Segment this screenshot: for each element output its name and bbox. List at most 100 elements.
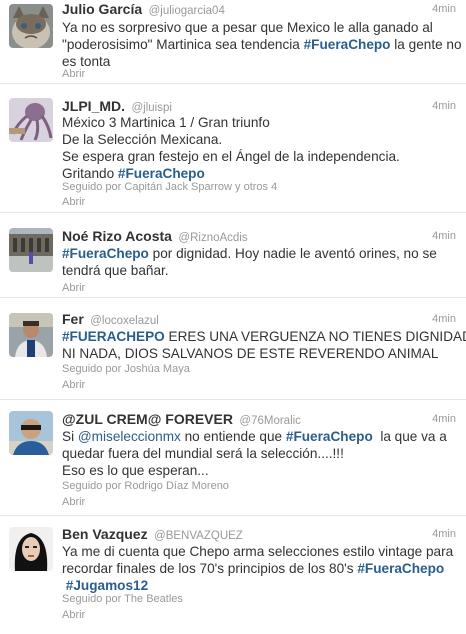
tweet-header: Ben Vazquez @BENVAZQUEZ xyxy=(62,526,456,542)
tweet-text-fragment: Si xyxy=(62,429,78,444)
tweet-item[interactable]: Julio García @juliogarcia04 4min Ya no e… xyxy=(0,0,466,84)
tweet-text-line: Eso es lo que esperan... xyxy=(62,462,454,479)
avatar[interactable] xyxy=(9,98,53,142)
tweet-text: Ya no es sorpresivo que a pesar que Mexi… xyxy=(62,19,462,70)
author-name[interactable]: Ben Vazquez xyxy=(62,526,148,542)
tweet-header: Fer @locoxelazul xyxy=(62,311,456,327)
hashtag-link[interactable]: #FueraChepo xyxy=(118,166,205,181)
tweet-text-line: Se espera gran festejo en el Ángel de la… xyxy=(62,148,454,165)
expand-link[interactable]: Abrir xyxy=(62,68,85,80)
tweet-text: Ya me di cuenta que Chepo arma seleccion… xyxy=(62,543,454,594)
tweet-text-fragment: recordar finales de los 70's principios … xyxy=(62,561,358,576)
man-sunglasses-avatar-icon xyxy=(9,411,53,455)
tweet-text-fragment: Se espera gran festejo en el Ángel de la… xyxy=(62,149,400,164)
tweet-text-line: Si @miseleccionmx no entiende que #Fuera… xyxy=(62,428,454,445)
author-username[interactable]: @jluispi xyxy=(131,102,171,114)
tweet-text-fragment: ERES UNA VERGUENZA NO TIENES DIGNIDAD xyxy=(164,329,466,344)
tweet-item[interactable]: Noé Rizo Acosta @RiznoAcdis 4min #FueraC… xyxy=(0,214,466,298)
followed-by-note[interactable]: Seguido por Capitán Jack Sparrow y otros… xyxy=(62,181,277,193)
followed-by-note[interactable]: Seguido por Rodrigo Díaz Moreno xyxy=(62,480,229,492)
tweet-text-fragment: De la Selección Mexicana. xyxy=(62,132,223,147)
hashtag-link[interactable]: #FueraChepo xyxy=(286,429,373,444)
tweet-text-line: NI NADA, DIOS SALVANOS DE ESTE REVERENDO… xyxy=(62,345,454,362)
tweet-text-fragment: quedar fuera del mundial será la selecci… xyxy=(62,446,344,461)
author-name[interactable]: Fer xyxy=(62,311,84,327)
mention-link[interactable]: @miseleccionmx xyxy=(78,429,181,444)
avatar[interactable] xyxy=(9,313,53,357)
tweet-text-line: #Jugamos12 xyxy=(62,577,454,594)
tweet-text-line: tendrá que bañar. xyxy=(62,262,454,279)
tweet-text-fragment: "poderosisimo" Martinica sea tendencia xyxy=(62,37,304,52)
tweet-item[interactable]: JLPI_MD. @jluispi 4min México 3 Martinic… xyxy=(0,88,466,213)
tweet-text-fragment: por dignidad. Hoy nadie le aventó orines… xyxy=(148,246,437,261)
expand-link[interactable]: Abrir xyxy=(62,379,85,391)
expand-link[interactable]: Abrir xyxy=(62,496,85,508)
tweet-text-fragment: es tonta xyxy=(62,54,111,69)
author-username[interactable]: @locoxelazul xyxy=(90,315,159,327)
tweet-header: JLPI_MD. @jluispi xyxy=(62,98,456,114)
tweet-text-line: Ya me di cuenta que Chepo arma seleccion… xyxy=(62,543,454,560)
face-portrait-avatar-icon xyxy=(9,527,53,571)
tweet-text-line: "poderosisimo" Martinica sea tendencia #… xyxy=(62,36,462,53)
hashtag-link[interactable]: #FueraChepo xyxy=(357,561,444,576)
author-name[interactable]: JLPI_MD. xyxy=(62,98,125,114)
expand-link[interactable]: Abrir xyxy=(62,609,85,621)
hashtag-link[interactable]: #Jugamos12 xyxy=(66,578,148,593)
avatar[interactable] xyxy=(9,228,53,272)
avatar[interactable] xyxy=(9,411,53,455)
tweet-text-fragment: Ya me di cuenta que Chepo arma seleccion… xyxy=(62,544,454,559)
octopus-avatar-icon xyxy=(9,98,53,142)
tweet-text-line: De la Selección Mexicana. xyxy=(62,131,454,148)
followed-by-note[interactable]: Seguido por Joshúa Maya xyxy=(62,363,190,375)
tweet-item[interactable]: Fer @locoxelazul 4min #FUERACHEPO ERES U… xyxy=(0,299,466,400)
tweet-text-line: #FueraChepo por dignidad. Hoy nadie le a… xyxy=(62,245,454,262)
tweet-text-fragment: Eso es lo que esperan... xyxy=(62,463,209,478)
tweet-text-line: recordar finales de los 70's principios … xyxy=(62,560,454,577)
tweet-text-fragment: NI NADA, DIOS SALVANOS DE ESTE REVERENDO… xyxy=(62,346,439,361)
tweet-header: Noé Rizo Acosta @RiznoAcdis xyxy=(62,228,456,244)
author-username[interactable]: @juliogarcia04 xyxy=(149,5,225,17)
author-username[interactable]: @RiznoAcdis xyxy=(178,232,247,244)
tweet-text: Si @miseleccionmx no entiende que #Fuera… xyxy=(62,428,454,479)
tweet-time[interactable]: 4min xyxy=(432,100,456,112)
tweet-text-fragment: la que va a xyxy=(372,429,447,444)
hashtag-link[interactable]: #FueraChepo xyxy=(62,246,149,261)
tweet-item[interactable]: @ZUL CREM@ FOREVER @76Moralic 4min Si @m… xyxy=(0,401,466,516)
tweet-header: @ZUL CREM@ FOREVER @76Moralic xyxy=(62,411,456,427)
author-name[interactable]: Julio García xyxy=(62,1,142,17)
tweet-time[interactable]: 4min xyxy=(432,413,456,425)
building-photo-avatar-icon xyxy=(9,228,53,272)
tweet-item[interactable]: Ben Vazquez @BENVAZQUEZ 4min Ya me di cu… xyxy=(0,517,466,634)
grumpy-cat-avatar-icon xyxy=(9,4,53,48)
tweet-text: #FUERACHEPO ERES UNA VERGUENZA NO TIENES… xyxy=(62,328,466,362)
tweet-text-fragment: tendrá que bañar. xyxy=(62,263,169,278)
author-name[interactable]: Noé Rizo Acosta xyxy=(62,228,172,244)
tweet-text-fragment: no entiende que xyxy=(180,429,286,444)
tweet-timeline: Julio García @juliogarcia04 4min Ya no e… xyxy=(0,0,466,634)
tweet-text-line: México 3 Martinica 1 / Gran triunfo xyxy=(62,114,454,131)
expand-link[interactable]: Abrir xyxy=(62,282,85,294)
tweet-text-line: Ya no es sorpresivo que a pesar que Mexi… xyxy=(62,19,454,36)
author-name[interactable]: @ZUL CREM@ FOREVER xyxy=(62,411,233,427)
hashtag-link[interactable]: #FueraChepo xyxy=(304,37,391,52)
tweet-time[interactable]: 4min xyxy=(432,313,456,325)
author-username[interactable]: @BENVAZQUEZ xyxy=(154,530,243,542)
expand-link[interactable]: Abrir xyxy=(62,196,85,208)
tweet-text-fragment: Ya no es sorpresivo que a pesar que Mexi… xyxy=(62,20,433,35)
tweet-time[interactable]: 4min xyxy=(432,3,456,15)
tweet-text: México 3 Martinica 1 / Gran triunfo De la… xyxy=(62,114,454,182)
tweet-text-fragment: la gente no xyxy=(390,37,462,52)
hashtag-link[interactable]: #FUERACHEPO xyxy=(62,329,165,344)
tweet-time[interactable]: 4min xyxy=(432,230,456,242)
tweet-header: Julio García @juliogarcia04 xyxy=(62,1,456,17)
tweet-text-line: Gritando #FueraChepo xyxy=(62,165,454,182)
person-avatar-icon xyxy=(9,313,53,357)
avatar[interactable] xyxy=(9,4,53,48)
tweet-text-line: es tonta xyxy=(62,53,454,70)
followed-by-note[interactable]: Seguido por The Beatles xyxy=(62,593,183,605)
author-username[interactable]: @76Moralic xyxy=(239,415,301,427)
tweet-text-fragment: Gritando xyxy=(62,166,118,181)
tweet-time[interactable]: 4min xyxy=(432,528,456,540)
avatar[interactable] xyxy=(9,527,53,571)
tweet-text-line: #FUERACHEPO ERES UNA VERGUENZA NO TIENES… xyxy=(62,328,466,345)
